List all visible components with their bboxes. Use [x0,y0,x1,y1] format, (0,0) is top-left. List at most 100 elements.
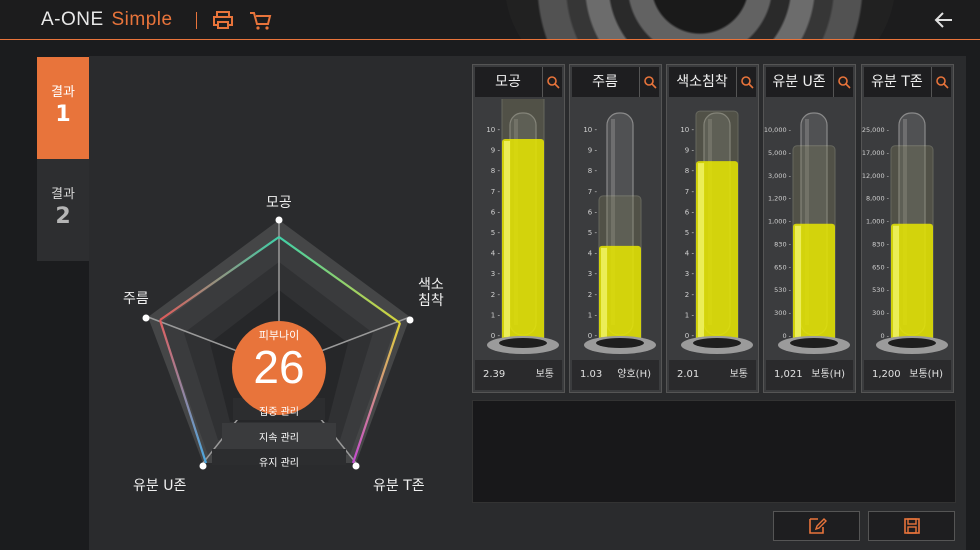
meter-status: 양호(H) [617,369,651,380]
tick-label: 5 - [588,229,598,237]
tick-label: 1 - [588,311,598,319]
meter-status: 보통(H) [909,369,943,380]
tick-label: 1,000 - [866,218,890,226]
band-label-continuous: 지속 관리 [259,433,299,444]
gauge-base-inner [888,338,936,348]
radar-point-pigment [406,316,414,324]
meter-value: 1,200 [872,369,901,380]
tick-label: 6 - [588,208,598,216]
tick-label: 9 - [685,147,695,155]
tick-label: 6 - [685,208,695,216]
tick-label: 3,000 - [768,172,792,180]
meter-status: 보통 [535,369,554,380]
tick-label: 830 - [872,240,889,248]
tick-label: 1,200 - [768,195,792,203]
tick-label: 2 - [491,291,501,299]
tick-label: 10 - [583,126,597,134]
tick-label: 4 - [491,250,501,258]
magnifier-icon[interactable] [931,67,951,97]
tick-label: 300 - [872,309,889,317]
meter-status: 보통(H) [811,369,845,380]
tick-label: 17,000 - [862,149,890,157]
tick-label: 25,000 - [862,126,890,134]
radar-point-tzone [352,462,360,470]
tick-label: 4 - [685,250,695,258]
radar-label-pigment-2: 침착 [418,293,444,309]
magnifier-icon[interactable] [639,67,659,97]
tick-label: 12,000 - [862,172,890,180]
meter-value: 1,021 [774,369,803,380]
tick-label: 650 - [872,263,889,271]
tick-label: 530 - [774,286,791,294]
tick-label: 7 - [588,188,598,196]
tick-label: 830 - [774,240,791,248]
arrow-left-icon[interactable] [932,8,956,32]
tick-label: 5 - [685,229,695,237]
liquid-shine [504,141,510,337]
tick-label: 5,000 - [768,149,792,157]
tick-label: 530 - [872,286,889,294]
tick-label: 10 - [680,126,694,134]
meter-title: 주름 [592,74,618,90]
band-label-intensive: 집중 관리 [259,407,299,418]
radar-point-uzone [199,462,207,470]
tick-label: 10,000 - [764,126,792,134]
tick-label: 8,000 - [866,195,890,203]
edit-button[interactable] [773,511,860,541]
meter-title: 색소침착 [676,74,728,90]
tube-gauge: 10 -9 -8 -7 -6 -5 -4 -3 -2 -1 -0 - [680,110,753,354]
tick-label: 9 - [588,147,598,155]
meter-pigmentation: 색소침착 10 -9 -8 -7 -6 -5 -4 -3 -2 -1 -0 - … [666,64,759,393]
magnifier-icon[interactable] [736,67,756,97]
meter-value: 2.39 [483,369,506,380]
radar-point-wrinkle [142,314,150,322]
tick-label: 8 - [588,167,598,175]
tick-label: 3 - [685,270,695,278]
magnifier-icon[interactable] [542,67,562,97]
tick-label: 3 - [588,270,598,278]
tick-label: 7 - [491,188,501,196]
meter-oil-uzone: 유분 U존 10,000 - 5,000 - 3,000 - 1,200 - 1,000… [763,64,856,393]
meter-status: 보통 [729,369,748,380]
gauge-base-inner [499,338,547,348]
meter-title: 모공 [495,74,521,90]
tick-label: 1 - [685,311,695,319]
meter-wrinkle: 주름 10 -9 -8 -7 -6 -5 -4 -3 -2 -1 -0 - 1.… [569,64,662,393]
tick-label: 1,000 - [768,218,792,226]
tick-label: 2 - [588,291,598,299]
tick-label: 8 - [491,167,501,175]
save-icon [903,518,920,534]
gauge-base-inner [790,338,838,348]
tick-label: 6 - [491,208,501,216]
tube-gauge: 10 -9 -8 -7 -6 -5 -4 -3 -2 -1 -0 - [583,112,656,354]
skin-age-value: 26 [253,341,305,393]
radar-label-wrinkle: 주름 [123,291,149,307]
tick-label: 3 - [491,270,501,278]
radar-label-pore: 모공 [266,195,292,211]
liquid-shine [698,163,704,337]
tick-label: 5 - [491,229,501,237]
save-button[interactable] [868,511,955,541]
radar-label-uzone: 유분 U존 [133,478,187,494]
background-machine-image [505,0,895,39]
tick-label: 10 - [486,126,500,134]
liquid-shine [795,225,801,337]
band-label-maintain: 유지 관리 [259,458,299,469]
tick-label: 300 - [774,309,791,317]
tick-label: 650 - [774,263,791,271]
radar-point-pore [275,216,283,224]
edit-icon [808,518,827,534]
memo-area[interactable] [472,400,956,503]
meter-value: 2.01 [677,369,700,380]
meter-title: 유분 U존 [772,74,826,90]
radar-label-tzone: 유분 T존 [373,478,425,494]
tick-label: 8 - [685,167,695,175]
tick-label: 9 - [491,147,501,155]
liquid-shine [893,225,899,337]
meter-oil-tzone: 유분 T존 25,000 - 17,000 - 12,000 - 8,000 - 1,0… [861,64,954,393]
gauge-base-inner [693,338,741,348]
liquid-shine [601,247,607,337]
tick-label: 4 - [588,250,598,258]
tick-label: 7 - [685,188,695,196]
magnifier-icon[interactable] [833,67,853,97]
